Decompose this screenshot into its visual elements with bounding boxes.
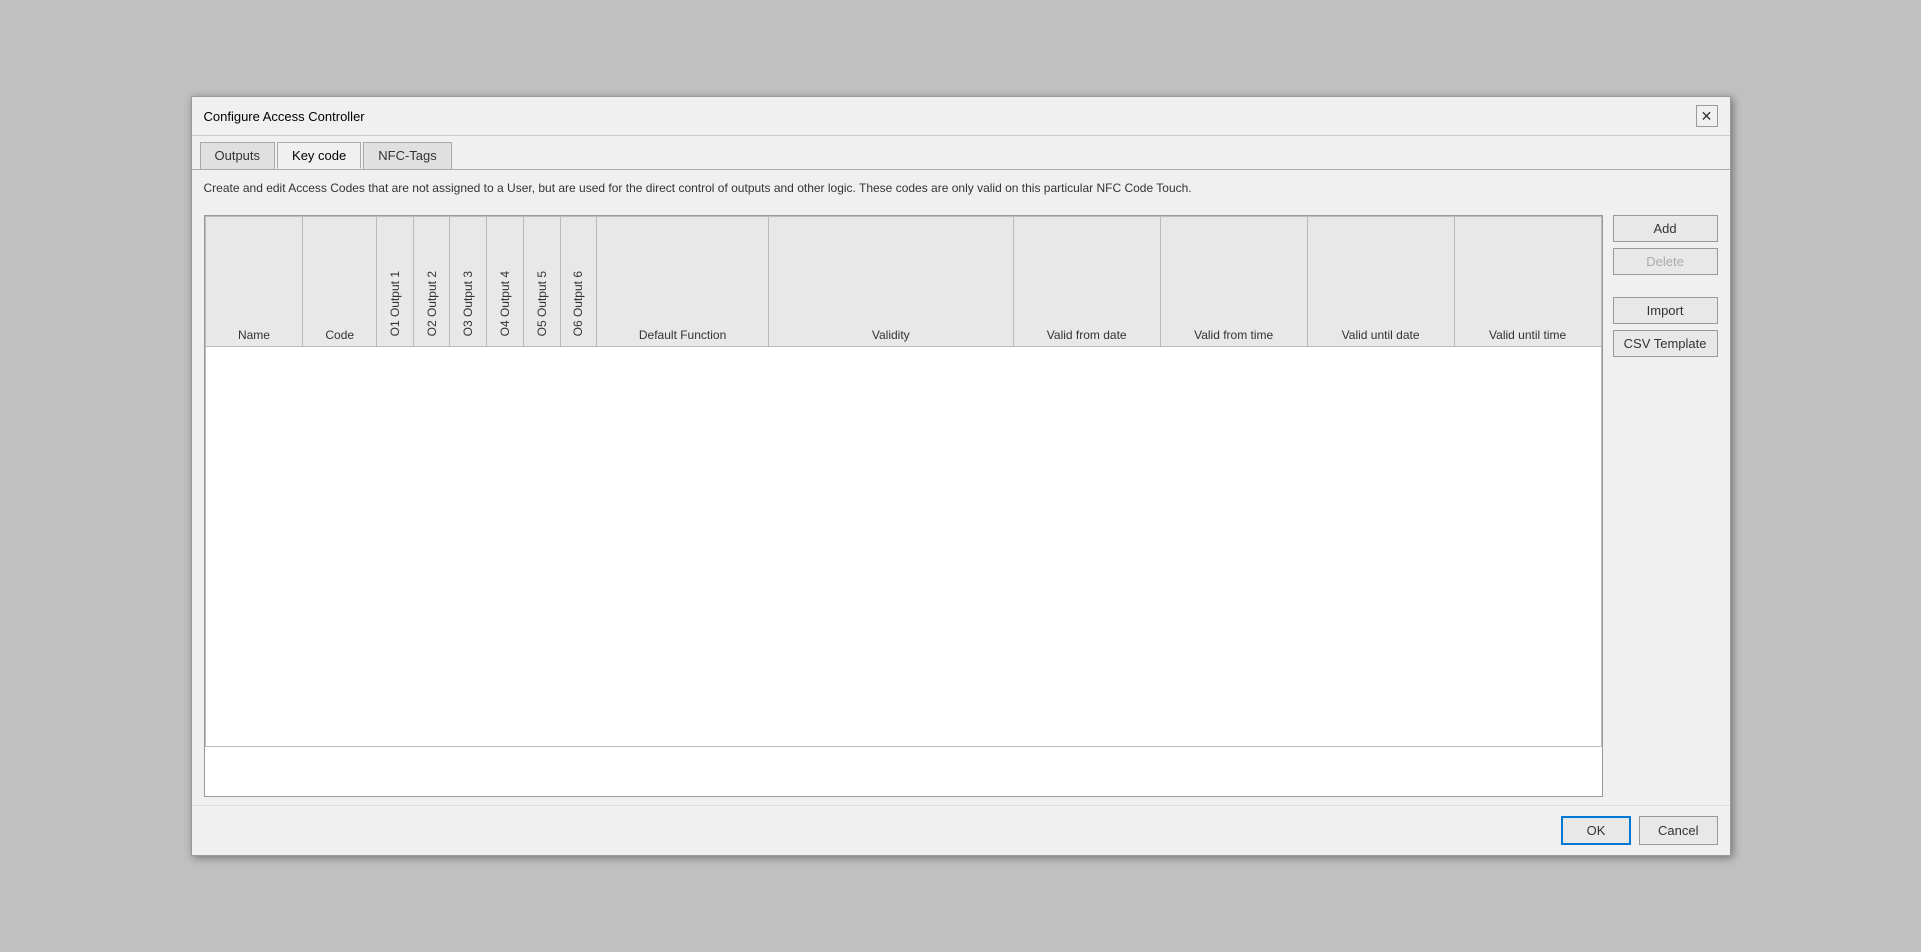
col-header-default-function: Default Function xyxy=(597,216,768,346)
configure-access-controller-dialog: Configure Access Controller ✕ Outputs Ke… xyxy=(191,96,1731,856)
col-header-o2: O2 Output 2 xyxy=(413,216,450,346)
col-header-o5: O5 Output 5 xyxy=(523,216,560,346)
tab-keycode[interactable]: Key code xyxy=(277,142,361,169)
col-header-valid-until-date: Valid until date xyxy=(1307,216,1454,346)
empty-table-body xyxy=(205,346,1601,746)
csv-template-button[interactable]: CSV Template xyxy=(1613,330,1718,357)
dialog-title: Configure Access Controller xyxy=(204,109,365,124)
col-header-valid-until-time: Valid until time xyxy=(1454,216,1601,346)
tab-outputs[interactable]: Outputs xyxy=(200,142,276,169)
footer: OK Cancel xyxy=(192,805,1730,855)
add-button[interactable]: Add xyxy=(1613,215,1718,242)
cancel-button[interactable]: Cancel xyxy=(1639,816,1717,845)
key-code-table: Name Code O1 Output 1 O2 Output 2 O3 Out xyxy=(205,216,1602,747)
delete-button[interactable]: Delete xyxy=(1613,248,1718,275)
col-header-o3: O3 Output 3 xyxy=(450,216,487,346)
description-text: Create and edit Access Codes that are no… xyxy=(192,170,1730,207)
tab-bar: Outputs Key code NFC-Tags xyxy=(192,136,1730,170)
import-button[interactable]: Import xyxy=(1613,297,1718,324)
col-header-valid-from-date: Valid from date xyxy=(1013,216,1160,346)
key-code-table-container[interactable]: Name Code O1 Output 1 O2 Output 2 O3 Out xyxy=(204,215,1603,797)
close-button[interactable]: ✕ xyxy=(1696,105,1718,127)
ok-button[interactable]: OK xyxy=(1561,816,1631,845)
col-header-valid-from-time: Valid from time xyxy=(1160,216,1307,346)
col-header-o6: O6 Output 6 xyxy=(560,216,597,346)
content-area: Name Code O1 Output 1 O2 Output 2 O3 Out xyxy=(192,207,1730,805)
col-header-code: Code xyxy=(303,216,376,346)
side-button-panel: Add Delete Import CSV Template xyxy=(1613,215,1718,797)
col-header-name: Name xyxy=(205,216,303,346)
col-header-o4: O4 Output 4 xyxy=(487,216,524,346)
title-bar: Configure Access Controller ✕ xyxy=(192,97,1730,136)
col-header-validity: Validity xyxy=(768,216,1013,346)
col-header-o1: O1 Output 1 xyxy=(376,216,413,346)
tab-nfc-tags[interactable]: NFC-Tags xyxy=(363,142,452,169)
